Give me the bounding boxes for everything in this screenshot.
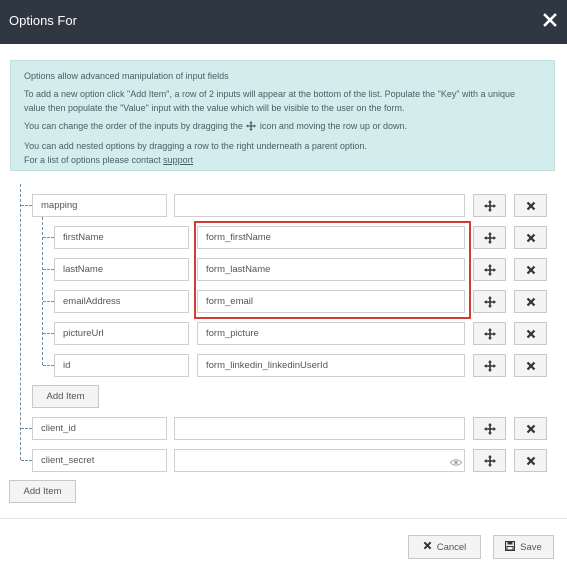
- option-key-input[interactable]: [32, 194, 167, 217]
- option-key-input[interactable]: [54, 290, 189, 313]
- info-text: For a list of options please contact: [24, 155, 161, 165]
- tree-line: [43, 301, 54, 302]
- move-button[interactable]: [473, 194, 506, 217]
- remove-icon: [526, 329, 536, 339]
- tree-line: [21, 205, 32, 206]
- move-button[interactable]: [473, 322, 506, 345]
- move-button[interactable]: [473, 449, 506, 472]
- move-button[interactable]: [473, 354, 506, 377]
- remove-button[interactable]: [514, 449, 547, 472]
- move-button[interactable]: [473, 417, 506, 440]
- remove-icon: [526, 424, 536, 434]
- info-line: Options allow advanced manipulation of i…: [24, 71, 229, 81]
- close-icon: [423, 541, 432, 553]
- option-key-input[interactable]: [54, 226, 189, 249]
- tree-line: [43, 269, 54, 270]
- support-link[interactable]: support: [163, 155, 193, 165]
- cancel-button[interactable]: Cancel: [408, 535, 481, 559]
- remove-button[interactable]: [514, 354, 547, 377]
- floppy-icon: [505, 540, 516, 554]
- add-item-button[interactable]: Add Item: [32, 385, 99, 408]
- info-text: icon and moving the row up or down.: [259, 121, 407, 131]
- modal-header: Options For: [0, 0, 567, 44]
- move-icon: [483, 454, 496, 467]
- move-button[interactable]: [473, 290, 506, 313]
- tree-line: [21, 460, 32, 461]
- option-value-input[interactable]: [174, 417, 465, 440]
- option-value-input[interactable]: [174, 449, 465, 472]
- option-value-input[interactable]: [197, 322, 465, 345]
- info-line: You can change the order of the inputs b…: [24, 119, 541, 135]
- option-value-input[interactable]: [197, 354, 465, 377]
- save-label: Save: [520, 541, 542, 553]
- tree-line: [20, 184, 21, 460]
- tree-line: [43, 237, 54, 238]
- save-button[interactable]: Save: [493, 535, 554, 559]
- remove-icon: [526, 233, 536, 243]
- remove-icon: [526, 297, 536, 307]
- move-icon: [483, 327, 496, 340]
- close-icon[interactable]: [540, 10, 560, 30]
- remove-icon: [526, 265, 536, 275]
- cancel-label: Cancel: [436, 541, 467, 553]
- eye-icon[interactable]: [449, 454, 463, 472]
- remove-button[interactable]: [514, 290, 547, 313]
- option-value-input[interactable]: [197, 290, 465, 313]
- tree-line: [43, 333, 54, 334]
- move-icon: [483, 199, 496, 212]
- move-icon: [483, 359, 496, 372]
- tree-line: [21, 428, 32, 429]
- option-key-input[interactable]: [54, 322, 189, 345]
- remove-icon: [526, 201, 536, 211]
- info-line: To add a new option click "Add Item", a …: [24, 89, 516, 99]
- option-value-input[interactable]: [174, 194, 465, 217]
- move-icon: [483, 422, 496, 435]
- remove-button[interactable]: [514, 417, 547, 440]
- option-value-input[interactable]: [197, 226, 465, 249]
- move-button[interactable]: [473, 226, 506, 249]
- move-icon: [483, 263, 496, 276]
- remove-icon: [526, 361, 536, 371]
- remove-button[interactable]: [514, 322, 547, 345]
- move-icon: [483, 231, 496, 244]
- remove-button[interactable]: [514, 194, 547, 217]
- option-key-input[interactable]: [54, 354, 189, 377]
- info-box: Options allow advanced manipulation of i…: [10, 60, 555, 171]
- modal-title: Options For: [9, 13, 77, 28]
- info-text: You can change the order of the inputs b…: [24, 121, 243, 131]
- footer-divider: [0, 518, 567, 519]
- add-item-button[interactable]: Add Item: [9, 480, 76, 503]
- option-key-input[interactable]: [32, 417, 167, 440]
- tree-line: [42, 217, 43, 365]
- move-icon: [246, 121, 257, 135]
- info-line: value then populate the "Value" input wi…: [24, 103, 405, 113]
- move-button[interactable]: [473, 258, 506, 281]
- option-key-input[interactable]: [54, 258, 189, 281]
- tree-line: [43, 365, 54, 366]
- option-value-input[interactable]: [197, 258, 465, 281]
- remove-button[interactable]: [514, 258, 547, 281]
- remove-icon: [526, 456, 536, 466]
- remove-button[interactable]: [514, 226, 547, 249]
- option-key-input[interactable]: [32, 449, 167, 472]
- info-line: For a list of options please contact sup…: [24, 153, 541, 167]
- info-line: You can add nested options by dragging a…: [24, 141, 367, 151]
- move-icon: [483, 295, 496, 308]
